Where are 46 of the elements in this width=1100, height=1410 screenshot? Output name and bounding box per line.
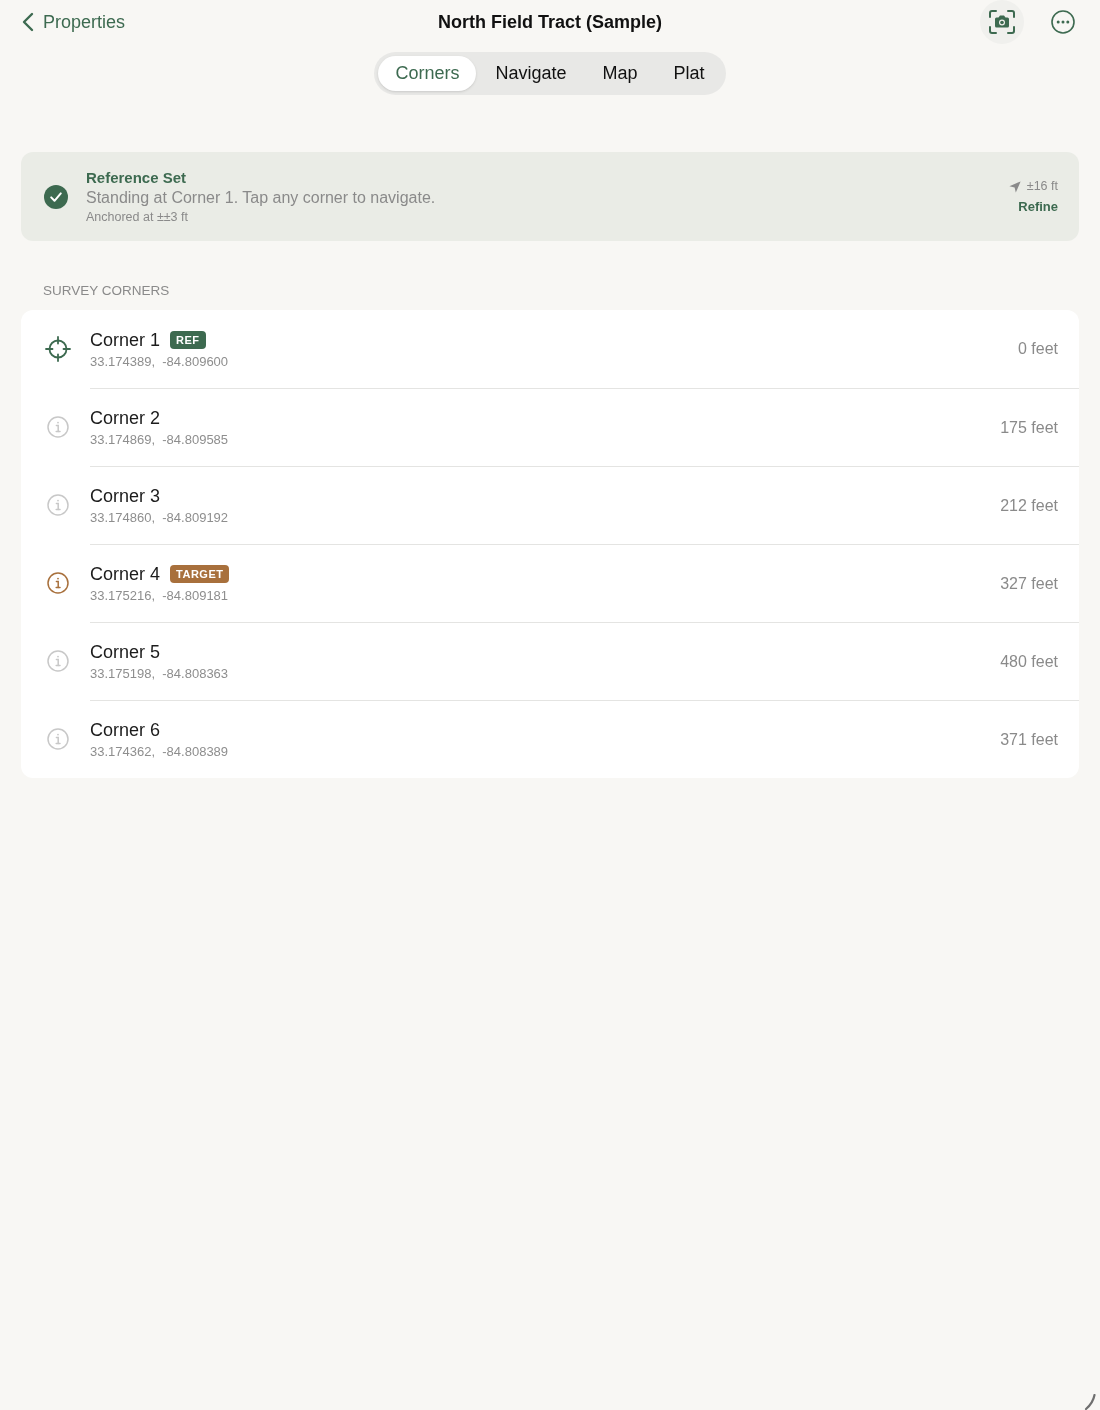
camera-icon bbox=[989, 10, 1015, 34]
corner-coordinates: 33.174860, -84.809192 bbox=[90, 510, 229, 526]
corner-distance: 0 feet bbox=[1017, 339, 1058, 359]
page-title: North Field Tract (Sample) bbox=[437, 10, 662, 34]
corner-coordinates: 33.174389, -84.809600 bbox=[90, 353, 229, 370]
banner-message: Standing at Corner 1. Tap any corner to navigate. bbox=[86, 188, 436, 208]
corner-badge: TARGET bbox=[170, 565, 230, 583]
corner-distance: 327 feet bbox=[1000, 573, 1058, 594]
corner-name: Corner 1 bbox=[90, 328, 161, 351]
section-title: SURVEY CORNERS bbox=[43, 283, 170, 298]
back-chevron-icon bbox=[22, 12, 34, 32]
corner-distance: 480 feet bbox=[1000, 651, 1058, 672]
corner-name: Corner 2 bbox=[90, 407, 161, 429]
crosshair-icon bbox=[45, 336, 71, 362]
camera-button[interactable] bbox=[980, 0, 1024, 44]
more-icon bbox=[1051, 10, 1075, 34]
info-icon bbox=[47, 572, 69, 594]
check-circle-icon bbox=[44, 184, 68, 209]
info-icon bbox=[47, 416, 69, 438]
accuracy-reading: ±16 ft bbox=[1026, 179, 1058, 194]
location-arrow-icon bbox=[1008, 180, 1021, 193]
corner-coordinates: 33.174362, -84.808389 bbox=[90, 744, 229, 760]
segment-tab[interactable]: Plat bbox=[656, 56, 722, 91]
segment-tab[interactable]: Navigate bbox=[478, 56, 584, 91]
banner-title: Reference Set bbox=[86, 168, 187, 187]
corner-name: Corner 6 bbox=[90, 719, 161, 741]
corner-coordinates: 33.175216, -84.809181 bbox=[90, 588, 229, 604]
more-button[interactable] bbox=[1050, 9, 1076, 35]
corner-distance: 175 feet bbox=[1000, 417, 1058, 438]
corner-badge: REF bbox=[170, 330, 206, 349]
corner-distance: 371 feet bbox=[1000, 729, 1058, 750]
corner-coordinates: 33.175198, -84.808363 bbox=[90, 666, 229, 682]
segment-tab[interactable]: Corners bbox=[378, 56, 477, 91]
corner-coordinates: 33.174869, -84.809585 bbox=[90, 432, 229, 448]
corner-name: Corner 4 bbox=[90, 563, 161, 585]
back-button[interactable]: Properties bbox=[22, 8, 126, 36]
banner-detail: Anchored at ±±3 ft bbox=[86, 209, 188, 225]
curve-mark-icon bbox=[1084, 1394, 1096, 1410]
info-icon bbox=[47, 494, 69, 516]
corner-distance: 212 feet bbox=[1000, 495, 1058, 516]
segment-tab[interactable]: Map bbox=[585, 56, 655, 91]
info-icon bbox=[47, 650, 69, 672]
corner-name: Corner 3 bbox=[90, 485, 161, 507]
refine-button[interactable]: Refine bbox=[1018, 199, 1058, 214]
info-icon bbox=[47, 728, 69, 750]
corner-name: Corner 5 bbox=[90, 641, 161, 663]
